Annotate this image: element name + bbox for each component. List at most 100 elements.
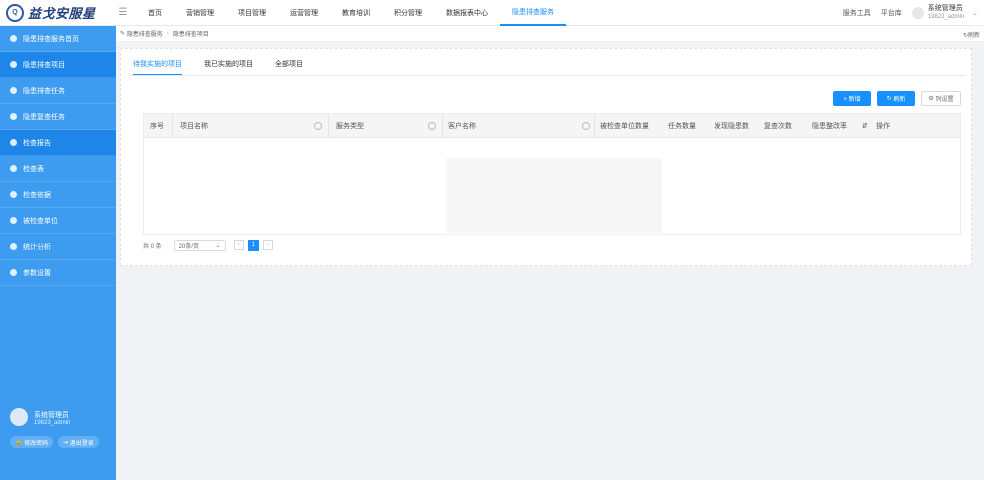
prev-page-button[interactable]: ‹	[233, 240, 244, 250]
nav-item-marketing[interactable]: 营销管理	[174, 0, 226, 26]
nav-item-education[interactable]: 教育培训	[330, 0, 382, 26]
sidebar-item-tasks[interactable]: 隐患排查任务	[0, 78, 116, 104]
user-meta[interactable]: 系统管理员 19823_admin	[928, 5, 964, 21]
sidebar-item-basis[interactable]: 检查依据	[0, 182, 116, 208]
document-icon	[10, 165, 17, 172]
column-settings-label: 列设置	[935, 97, 954, 103]
breadcrumb-item: 隐患排查项目	[172, 32, 209, 38]
column-header: 服务类型	[336, 123, 364, 130]
sidebar-item-label: 参数设置	[23, 269, 51, 277]
tab-all[interactable]: 全部项目	[275, 59, 303, 75]
column-settings-icon[interactable]: ⇵	[862, 114, 868, 138]
sidebar-user-id: 19823_admin	[34, 420, 71, 426]
sidebar-item-recheck[interactable]: 隐患复查任务	[0, 104, 116, 130]
brand[interactable]: Q 益戈安服星	[0, 0, 116, 26]
refresh-button-label: 刷新	[893, 97, 906, 103]
breadcrumb: ✎ 隐患排查服务 › 隐患排查项目 ↻刷新	[116, 26, 984, 42]
logo-icon: Q	[6, 3, 24, 22]
user-name: 系统管理员	[927, 5, 963, 12]
columns-icon: ⚙	[928, 96, 936, 102]
page-number[interactable]: 1	[247, 239, 259, 251]
refresh-link[interactable]: ↻刷新	[963, 30, 980, 39]
sidebar-item-label: 被检查单位	[23, 217, 58, 225]
document-icon	[10, 87, 17, 94]
document-icon	[10, 243, 17, 250]
nav-item-project[interactable]: 项目管理	[226, 0, 278, 26]
filter-icon[interactable]	[428, 122, 436, 130]
chevron-down-icon[interactable]: ⌄	[972, 9, 978, 17]
tag-icon: ✎	[120, 31, 127, 37]
top-right: 服务工具 平台库 系统管理员 19823_admin ⌄	[843, 0, 978, 26]
column-header: 项目名称	[180, 123, 208, 130]
sidebar-item-projects[interactable]: 隐患排查项目	[0, 52, 116, 78]
platform-link[interactable]: 平台库	[881, 8, 902, 18]
nav-item-home[interactable]: 首页	[136, 0, 174, 26]
sidebar-item-stats[interactable]: 统计分析	[0, 234, 116, 260]
column-header: 客户名称	[448, 123, 476, 130]
refresh-icon: ↻	[886, 96, 894, 102]
nav-item-points[interactable]: 积分管理	[382, 0, 434, 26]
sidebar-item-units[interactable]: 被检查单位	[0, 208, 116, 234]
change-password-label: 修改密码	[24, 440, 49, 447]
service-tool-link[interactable]: 服务工具	[843, 8, 871, 18]
table-header: 序号 项目名称 服务类型 客户名称 被检查单位数量 任务数量 发现隐患数 复查次…	[144, 114, 960, 138]
refresh-button[interactable]: ↻ 刷新	[877, 91, 915, 106]
document-icon	[10, 217, 17, 224]
filter-icon[interactable]	[582, 122, 590, 130]
logout-icon: ⇥	[63, 439, 70, 446]
column-header: 序号	[150, 123, 164, 130]
document-icon	[10, 113, 17, 120]
tab-pending[interactable]: 待我实施的项目	[133, 59, 182, 75]
sidebar-user: 系统管理员 19823_admin 🔒 修改密码 ⇥ 退出登录	[6, 406, 110, 456]
sidebar-item-home[interactable]: 隐患排查服务首页	[0, 26, 116, 52]
column-divider	[172, 114, 173, 138]
column-settings-button[interactable]: ⚙ 列设置	[921, 91, 961, 106]
tabs: 待我实施的项目 我已实施的项目 全部项目	[133, 59, 325, 75]
avatar[interactable]	[911, 7, 924, 19]
user-id: 19823_admin	[927, 14, 965, 20]
page-size-select[interactable]: 20条/页 ⌄	[173, 239, 226, 251]
nav-item-operations[interactable]: 运营管理	[278, 0, 330, 26]
sidebar-item-label: 隐患排查服务首页	[23, 35, 79, 43]
nav-item-hazard-service[interactable]: 隐患排查服务	[500, 0, 566, 26]
lock-icon: 🔒	[15, 439, 25, 446]
column-header: 操作	[876, 123, 890, 130]
logout-label: 退出登录	[69, 440, 94, 447]
document-icon	[10, 191, 17, 198]
filter-icon[interactable]	[314, 122, 322, 130]
sidebar-item-label: 隐患排查任务	[23, 87, 65, 95]
refresh-label: 刷新	[967, 33, 980, 39]
document-icon	[10, 61, 17, 68]
sidebar-item-checklist[interactable]: 检查表	[0, 156, 116, 182]
sidebar-item-reports[interactable]: 检查报告	[0, 130, 116, 156]
logo-letter: Q	[12, 9, 18, 16]
breadcrumb-item[interactable]: 隐患排查服务	[127, 29, 163, 38]
tab-done[interactable]: 我已实施的项目	[204, 59, 253, 75]
empty-placeholder	[446, 158, 662, 236]
avatar[interactable]	[10, 408, 28, 426]
document-icon	[10, 35, 17, 42]
sidebar-item-settings[interactable]: 参数设置	[0, 260, 116, 286]
sidebar-item-label: 检查表	[23, 165, 44, 173]
column-header: 隐患整改率	[812, 123, 847, 130]
sidebar-item-label: 隐患排查项目	[23, 61, 65, 69]
breadcrumb-separator: ›	[166, 30, 169, 37]
chevron-down-icon: ⌄	[215, 242, 221, 249]
pagination: 共 0 条 20条/页 ⌄ ‹ 1 ›	[143, 239, 273, 251]
next-page-button[interactable]: ›	[262, 240, 273, 250]
logout-button[interactable]: ⇥ 退出登录	[58, 436, 99, 448]
sidebar-user-name: 系统管理员	[34, 412, 69, 419]
sidebar-item-label: 检查依据	[23, 191, 51, 199]
sidebar-item-label: 统计分析	[23, 243, 51, 251]
top-nav: 首页 营销管理 项目管理 运营管理 教育培训 积分管理 数据报表中心 隐患排查服…	[136, 0, 566, 26]
nav-item-reports[interactable]: 数据报表中心	[434, 0, 500, 26]
main-panel: 待我实施的项目 我已实施的项目 全部项目 + 新增 ↻ 刷新 ⚙ 列设置 序号 …	[120, 48, 972, 266]
menu-toggle-icon[interactable]: ☰	[116, 0, 130, 26]
change-password-button[interactable]: 🔒 修改密码	[10, 436, 54, 448]
column-header: 任务数量	[668, 123, 696, 130]
column-header: 被检查单位数量	[600, 123, 649, 130]
column-divider	[442, 114, 443, 138]
add-button[interactable]: + 新增	[833, 91, 871, 106]
column-header: 发现隐患数	[714, 123, 749, 130]
tab-divider	[129, 75, 965, 76]
